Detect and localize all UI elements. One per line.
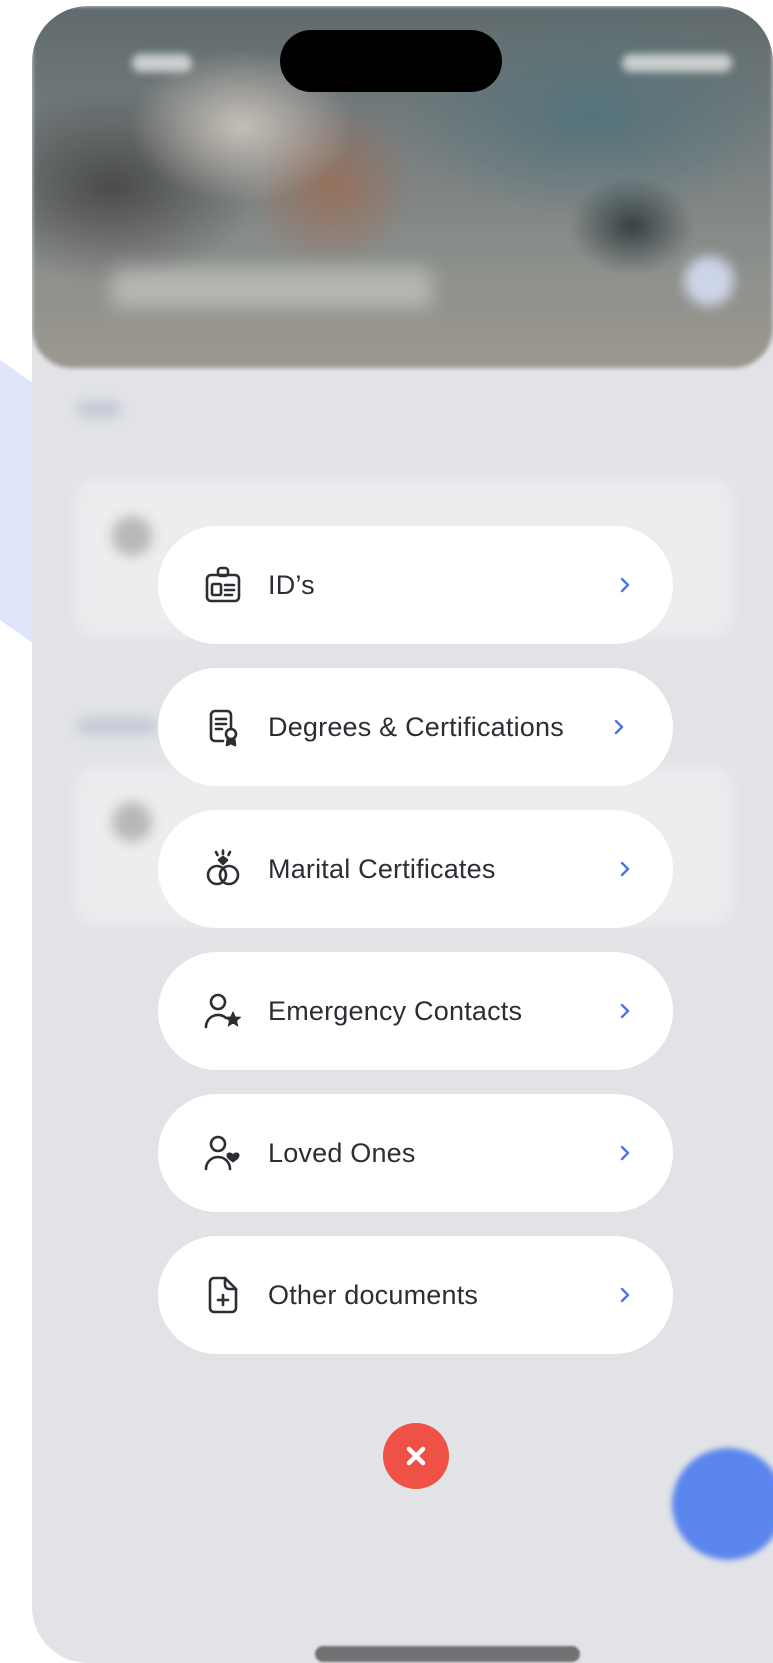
- menu-item-label: Degrees & Certifications: [268, 711, 564, 742]
- chevron-right-icon: [615, 859, 635, 879]
- add-fab-blurred: [672, 1448, 773, 1560]
- person-star-icon: [202, 990, 244, 1032]
- chevron-right-icon: [615, 1285, 635, 1305]
- person-heart-icon: [202, 1132, 244, 1174]
- hero-title-blurred: [112, 268, 432, 308]
- home-indicator: [315, 1646, 580, 1662]
- rings-icon: [202, 848, 244, 890]
- chevron-right-icon: [615, 575, 635, 595]
- chevron-right-icon: [609, 717, 629, 737]
- menu-item-marital-certificates[interactable]: Marital Certificates: [158, 810, 673, 928]
- section-label-blurred: [77, 401, 121, 417]
- menu-item-label: Emergency Contacts: [268, 995, 523, 1026]
- chevron-right-icon: [615, 1001, 635, 1021]
- document-add-icon: [202, 1274, 244, 1316]
- document-category-menu: ID’s Degrees & Certifications Marital Ce…: [158, 526, 673, 1378]
- menu-item-other-documents[interactable]: Other documents: [158, 1236, 673, 1354]
- menu-item-label: Marital Certificates: [268, 853, 496, 884]
- menu-item-degrees-certifications[interactable]: Degrees & Certifications: [158, 668, 673, 786]
- close-menu-button[interactable]: [383, 1423, 449, 1489]
- menu-item-ids[interactable]: ID’s: [158, 526, 673, 644]
- menu-item-label: Loved Ones: [268, 1137, 416, 1168]
- menu-item-label: ID’s: [268, 569, 315, 600]
- dynamic-island: [280, 30, 502, 92]
- background-card-icon-blurred: [112, 516, 152, 556]
- background-card-icon-blurred: [112, 802, 152, 842]
- menu-item-loved-ones[interactable]: Loved Ones: [158, 1094, 673, 1212]
- certificate-icon: [202, 706, 244, 748]
- chevron-right-icon: [615, 1143, 635, 1163]
- shield-badge-blurred: [684, 256, 734, 306]
- status-time-blurred: [132, 54, 192, 72]
- menu-item-emergency-contacts[interactable]: Emergency Contacts: [158, 952, 673, 1070]
- section-label-blurred: [77, 718, 157, 734]
- menu-item-label: Other documents: [268, 1279, 479, 1310]
- close-icon: [402, 1442, 430, 1470]
- status-icons-blurred: [622, 54, 732, 72]
- id-badge-icon: [202, 564, 244, 606]
